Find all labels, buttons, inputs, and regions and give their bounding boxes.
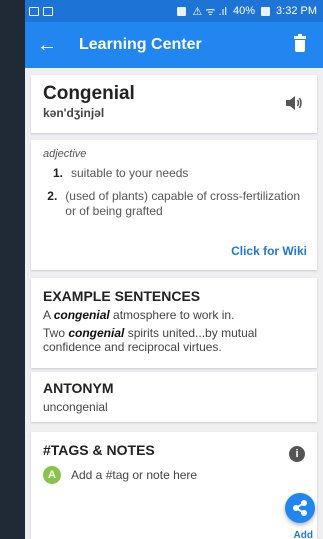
speaker-icon[interactable] — [285, 95, 303, 111]
definition-card: adjective 1. suitable to your needs 2. (… — [31, 140, 317, 270]
sim-icon — [177, 6, 187, 16]
definition-text: suitable to your needs — [71, 166, 189, 180]
battery-icon — [261, 6, 271, 16]
clock: 3:32 PM — [276, 5, 317, 17]
antonym-card: ANTONYM uncongenial — [31, 372, 317, 422]
add-tag-row[interactable]: A Add a #tag or note here — [43, 466, 305, 484]
status-bar: ⚠ ᯤ .ıl 40% 3:32 PM — [25, 0, 323, 22]
antonym-value: uncongenial — [43, 400, 108, 414]
examples-card: EXAMPLE SENTENCES A congenial atmosphere… — [31, 278, 317, 368]
share-button[interactable] — [285, 493, 315, 523]
app-screen: ⚠ ᯤ .ıl 40% 3:32 PM ← Learning Center Co… — [25, 0, 323, 539]
tags-title: #TAGS & NOTES — [43, 442, 155, 458]
example-sentence: Two congenial spirits united...by mutual… — [43, 326, 305, 354]
add-link[interactable]: Add — [294, 530, 313, 539]
examples-title: EXAMPLE SENTENCES — [43, 288, 201, 304]
definition-number: 1. — [52, 166, 63, 180]
tags-card: #TAGS & NOTES i A Add a #tag or note her… — [31, 432, 317, 539]
page-title: Learning Center — [79, 36, 202, 53]
trash-icon[interactable] — [291, 34, 311, 56]
headword: Congenial — [43, 83, 135, 104]
example-text: atmosphere to work in. — [109, 308, 235, 322]
definition-number: 2. — [47, 189, 58, 203]
list-item: 1. suitable to your needs — [43, 166, 305, 181]
share-icon — [293, 500, 307, 516]
wiki-link[interactable]: Click for Wiki — [231, 244, 307, 258]
definition-text: (used of plants) capable of cross-fertil… — [65, 189, 301, 218]
definition-list: 1. suitable to your needs 2. (used of pl… — [43, 166, 305, 219]
part-of-speech: adjective — [43, 148, 87, 160]
battery-level: 40% — [233, 5, 256, 17]
example-highlight: congenial — [53, 308, 110, 322]
app-bar: ← Learning Center — [25, 22, 323, 68]
word-card: Congenial kən'dʒinjəl — [31, 75, 317, 133]
network-icon: ⚠ ᯤ .ıl — [192, 5, 227, 18]
status-notification-icons — [29, 6, 53, 16]
status-right: ⚠ ᯤ .ıl 40% 3:32 PM — [177, 4, 317, 19]
antonym-title: ANTONYM — [43, 380, 114, 396]
image-notification-icon — [29, 6, 39, 16]
avatar: A — [43, 466, 61, 484]
info-icon[interactable]: i — [289, 446, 305, 462]
example-highlight: congenial — [68, 326, 125, 340]
example-sentence: A congenial atmosphere to work in. — [43, 308, 305, 322]
arrow-left-icon[interactable]: ← — [37, 34, 67, 57]
pronunciation: kən'dʒinjəl — [43, 106, 105, 120]
gallery-notification-icon — [43, 6, 53, 16]
example-text: Two — [43, 326, 69, 340]
tag-note-placeholder: Add a #tag or note here — [71, 468, 198, 482]
example-text: A — [43, 308, 54, 322]
list-item: 2. (used of plants) capable of cross-fer… — [43, 189, 305, 219]
